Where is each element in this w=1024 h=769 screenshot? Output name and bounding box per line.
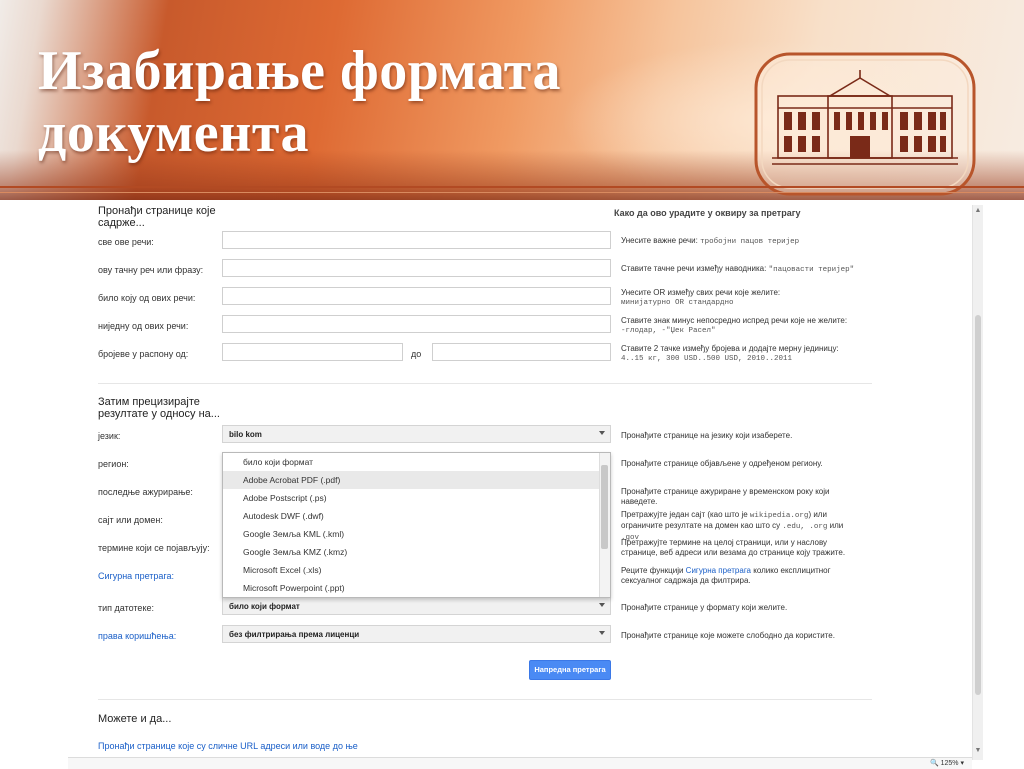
label-all-words: све ове речи: — [98, 237, 154, 247]
help-example: тробојни пацов теријер — [700, 238, 800, 246]
help-region: Пронађите странице објављене у одређеном… — [621, 459, 823, 468]
building-logo — [754, 52, 976, 196]
section-narrow-results-title: Затим прецизирајте резултате у односу на… — [98, 396, 220, 420]
help-text: Претражујте један сајт (као што је — [621, 510, 748, 519]
section-find-pages-title: Пронађи странице које садрже... — [98, 205, 216, 229]
label-terms-appearing: термине који се појављују: — [98, 543, 210, 553]
label-any-words: било коју од ових речи: — [98, 293, 196, 303]
range-to-input[interactable] — [432, 343, 611, 361]
help-header: Како да ово урадите у оквиру за претрагу — [614, 208, 801, 218]
help-none-words: Ставите знак минус непосредно испред реч… — [621, 316, 861, 336]
dropdown-option[interactable]: Autodesk DWF (.dwf) — [223, 507, 610, 525]
zoom-level: 125% — [940, 760, 959, 767]
advanced-search-button[interactable]: Напредна претрага — [529, 660, 611, 680]
help-safesearch: Реците функцији Сигурна претрага колико … — [621, 566, 861, 586]
zoom-icon: 🔍 — [929, 760, 939, 767]
similar-pages-link[interactable]: Пронађи странице које су сличне URL адре… — [98, 741, 358, 751]
help-text: Унесите важне речи: — [621, 236, 698, 245]
page-scrollbar[interactable]: ▲ ▼ — [972, 205, 983, 760]
section-divider — [98, 699, 872, 700]
section-more-title: Можете и да... — [98, 713, 172, 725]
range-from-input[interactable] — [222, 343, 403, 361]
file-type-dropdown-list[interactable]: било који формат Adobe Acrobat PDF (.pdf… — [222, 452, 611, 598]
help-number-range: Ставите 2 тачке између бројева и додајте… — [621, 344, 861, 364]
label-exact-phrase: ову тачну реч или фразу: — [98, 265, 204, 275]
scroll-up-icon[interactable]: ▲ — [974, 207, 982, 215]
usage-rights-select[interactable]: без филтрирања према лиценци — [222, 625, 611, 643]
any-words-input[interactable] — [222, 287, 611, 305]
help-text: или — [829, 521, 844, 530]
section-title-line1: Затим прецизирајте — [98, 396, 200, 408]
help-text: Унесите OR између свих речи које желите: — [621, 288, 781, 297]
chevron-down-icon — [599, 431, 605, 435]
language-value: bilo kom — [229, 430, 262, 439]
help-terms-appearing: Претражујте термине на целој страници, и… — [621, 538, 846, 557]
all-words-input[interactable] — [222, 231, 611, 249]
exact-phrase-input[interactable] — [222, 259, 611, 277]
help-exact-phrase: Ставите тачне речи између наводника: "па… — [621, 264, 861, 275]
dropdown-option[interactable]: Microsoft Excel (.xls) — [223, 561, 610, 579]
section-divider — [98, 383, 872, 384]
help-language: Пронађите странице на језику који изабер… — [621, 431, 793, 440]
label-none-words: ниједну од ових речи: — [98, 321, 189, 331]
dropdown-scrollbar[interactable] — [599, 453, 610, 597]
help-example: .edu, .org — [782, 523, 828, 531]
section-title-line2: резултате у односу на... — [98, 408, 220, 420]
section-title-line2: садрже... — [98, 217, 145, 229]
section-title-line1: Пронађи странице које — [98, 205, 216, 217]
help-text: Ставите тачне речи између наводника: — [621, 264, 767, 273]
label-region: регион: — [98, 459, 129, 469]
label-file-type: тип датотеке: — [98, 603, 154, 613]
dropdown-option[interactable]: Google Земља KMZ (.kmz) — [223, 543, 610, 561]
usage-rights-value: без филтрирања према лиценци — [229, 630, 360, 639]
safesearch-link[interactable]: Сигурна претрага: — [98, 571, 174, 581]
help-example: минијатурно OR стандардно — [621, 299, 734, 307]
help-example: -глодар, -"Џек Расел" — [621, 327, 716, 335]
help-text: Ставите знак минус непосредно испред реч… — [621, 316, 848, 325]
help-text: Ставите 2 тачке између бројева и додајте… — [621, 344, 839, 353]
dropdown-option[interactable]: Adobe Postscript (.ps) — [223, 489, 610, 507]
dropdown-option[interactable]: Microsoft Powerpoint (.ppt) — [223, 579, 610, 597]
help-any-words: Унесите OR између свих речи које желите:… — [621, 288, 861, 308]
scroll-down-icon[interactable]: ▼ — [974, 747, 982, 755]
label-range-to: до — [411, 349, 422, 359]
zoom-control[interactable]: 🔍 125% ▾ — [930, 758, 964, 769]
help-last-update: Пронађите странице ажуриране у временско… — [621, 487, 830, 506]
help-example: 4..15 кг, 300 USD..500 USD, 2010..2011 — [621, 355, 793, 363]
safesearch-help-link[interactable]: Сигурна претрага — [686, 566, 751, 575]
scroll-thumb[interactable] — [975, 315, 981, 695]
dropdown-scroll-thumb[interactable] — [601, 465, 608, 549]
browser-status-bar: 🔍 125% ▾ — [68, 757, 972, 769]
help-all-words: Унесите важне речи: тробојни пацов териј… — [621, 236, 861, 247]
header-divider — [0, 186, 1024, 188]
label-language: језик: — [98, 431, 121, 441]
dropdown-option[interactable]: Google Земља KML (.kml) — [223, 525, 610, 543]
file-type-value: било који формат — [229, 602, 300, 611]
none-words-input[interactable] — [222, 315, 611, 333]
file-type-select[interactable]: било који формат — [222, 597, 611, 615]
header-divider-thin — [0, 192, 1024, 193]
chevron-down-icon — [599, 603, 605, 607]
label-last-update: последње ажурирање: — [98, 487, 193, 497]
help-usage-rights: Пронађите странице које можете слободно … — [621, 631, 835, 640]
help-example: "пацовасти теријер" — [768, 266, 855, 274]
usage-rights-link[interactable]: права коришћења: — [98, 631, 176, 641]
slide-header: Изабирање формата документа — [0, 0, 1024, 200]
help-text: Реците функцији — [621, 566, 684, 575]
dropdown-option[interactable]: било који формат — [223, 453, 610, 471]
slide-title: Изабирање формата документа — [38, 40, 678, 164]
label-site-domain: сајт или домен: — [98, 515, 163, 525]
advanced-search-page: Пронађи странице које садрже... Како да … — [68, 205, 982, 768]
slide-title-line1: Изабирање формата — [38, 40, 561, 102]
help-example: wikipedia.org — [749, 512, 809, 520]
slide-title-line2: документа — [38, 102, 310, 164]
label-number-range: бројеве у распону од: — [98, 349, 189, 359]
chevron-down-icon — [599, 631, 605, 635]
language-select[interactable]: bilo kom — [222, 425, 611, 443]
dropdown-option-highlighted[interactable]: Adobe Acrobat PDF (.pdf) — [223, 471, 610, 489]
help-file-type: Пронађите странице у формату који желите… — [621, 603, 788, 612]
